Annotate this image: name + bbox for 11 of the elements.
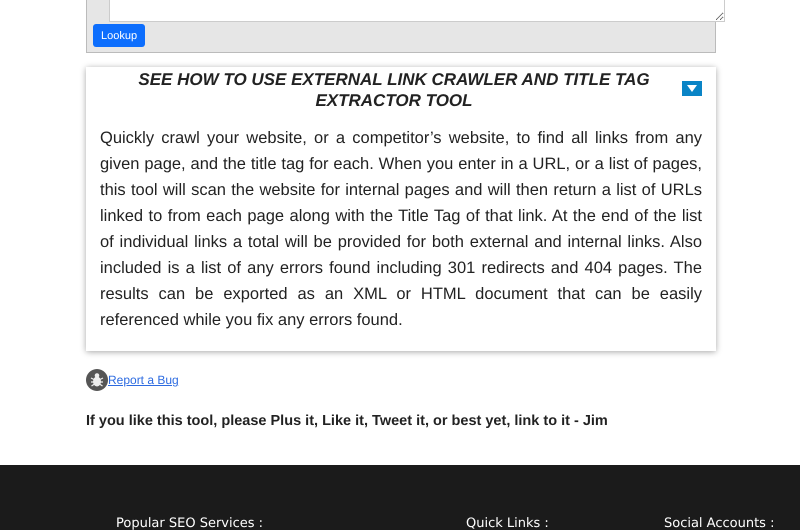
footer-heading: Popular SEO Services : xyxy=(116,516,264,530)
lookup-button[interactable]: Lookup xyxy=(93,24,146,47)
report-bug-link[interactable]: Report a Bug xyxy=(108,373,179,387)
plea-text: If you like this tool, please Plus it, Like it, Tweet it, or best yet, link to it - Jim xyxy=(86,413,609,429)
card-title: SEE HOW TO USE EXTERNAL LINK CRAWLER AND TITLE TAG EXTRACTOR TOOL xyxy=(137,69,651,111)
bug-icon xyxy=(86,369,108,391)
caret-icon xyxy=(687,85,697,92)
footer-heading: Quick Links : xyxy=(466,516,550,530)
description-text: Quickly crawl your website, or a competitor’s website, to find all links from any given page, and the title tag for each. When you enter in a URL, or a list of pages, this tool will scan the website for internal pages and will then return a list of URLs linked to from each page along with the Title Tag of that link. At the end of the list of individual links a total will be provided for both external and internal links. Also included is a list of any errors found including 301 redirects and 404 pages. The results can be exported as an XML or HTML document that can be easily referenced while you fix any errors found. xyxy=(100,128,702,331)
footer-heading: Social Accounts : xyxy=(664,516,774,530)
toggle-button[interactable] xyxy=(682,81,702,96)
